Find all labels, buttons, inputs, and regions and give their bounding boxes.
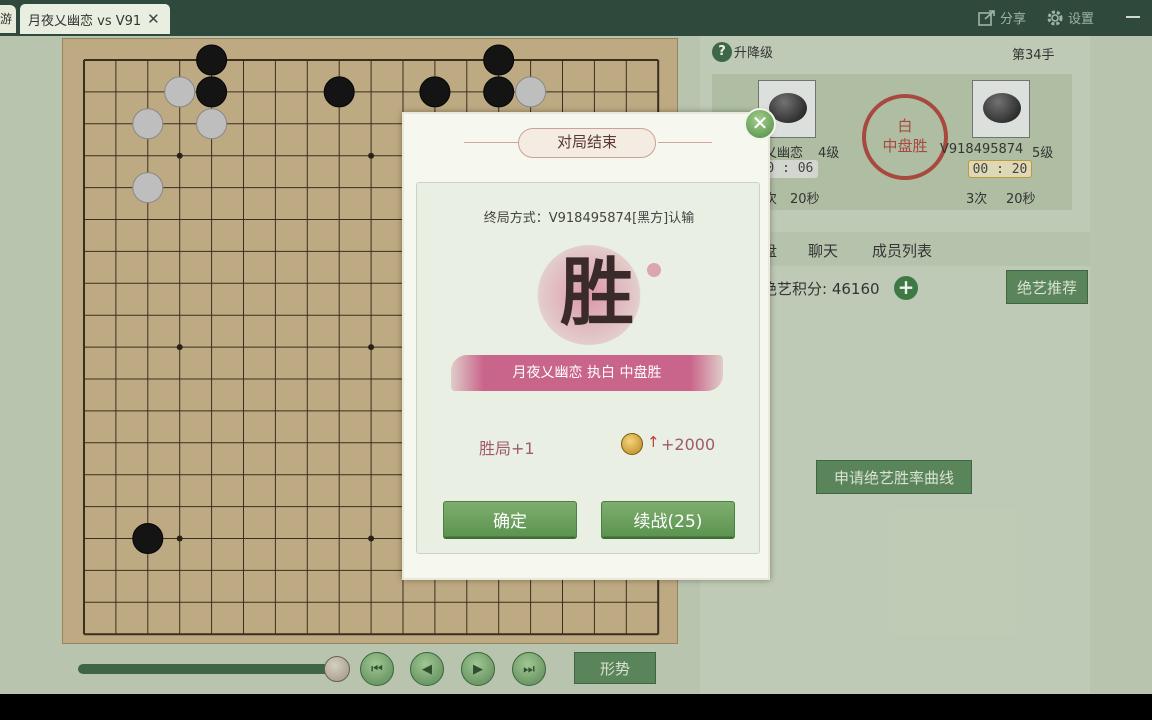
title-bar: 游 月夜乂幽恋 vs V91 ✕ 分享 设置 — [0, 0, 1152, 36]
result-card: 终局方式：V918495874[黑方]认输 胜 月夜乂幽恋 执白 中盘胜 胜局+… — [416, 182, 760, 554]
next-move-button[interactable]: ▶ — [461, 652, 495, 686]
first-move-icon: ⏮ — [371, 661, 383, 677]
black-player-name: V918495874 — [940, 142, 1024, 157]
winrate-curve-button[interactable]: 申请绝艺胜率曲线 — [816, 460, 972, 494]
coin-gain: +2000 — [661, 435, 716, 454]
black-stone — [323, 76, 355, 108]
header-divider-left — [464, 142, 518, 143]
share-button[interactable]: 分享 — [978, 8, 1026, 27]
win-character: 胜 — [560, 250, 634, 336]
tab-close-icon[interactable]: ✕ — [147, 10, 160, 28]
game-over-dialog: 对局结束 ✕ 终局方式：V918495874[黑方]认输 胜 月夜乂幽恋 执白 … — [402, 108, 776, 580]
white-stone — [132, 108, 164, 140]
black-stone — [483, 44, 515, 76]
move-count: 第34手 — [1012, 48, 1055, 63]
tab-previous[interactable]: 游 — [0, 5, 16, 33]
seal-color: 白 — [897, 117, 913, 135]
add-score-button[interactable]: + — [894, 276, 918, 300]
star-point — [176, 152, 183, 159]
close-icon[interactable]: ✕ — [744, 108, 776, 140]
black-stone — [196, 44, 228, 76]
dialog-title: 对局结束 — [518, 128, 656, 158]
ink-dot — [647, 263, 661, 277]
header-divider-right — [658, 142, 712, 143]
confirm-button[interactable]: 确定 — [443, 501, 577, 537]
tab-chat[interactable]: 聊天 — [808, 240, 838, 261]
up-arrow-icon: ↑ — [647, 433, 660, 451]
previous-move-button[interactable]: ◀ — [410, 652, 444, 686]
coin-icon — [621, 433, 643, 455]
help-icon[interactable]: ? — [712, 42, 732, 62]
black-player-clock: 00 : 20 — [968, 160, 1032, 178]
black-player-rank: 5级 — [1032, 146, 1054, 161]
star-point — [176, 535, 183, 542]
screen-bottom-bar — [0, 694, 1152, 720]
tab-title: 月夜乂幽恋 vs V91 — [28, 13, 142, 29]
white-byo-time: 20秒 — [790, 192, 820, 207]
settings-label: 设置 — [1068, 12, 1095, 27]
result-ribbon: 月夜乂幽恋 执白 中盘胜 — [451, 355, 723, 391]
ai-recommend-button[interactable]: 绝艺推荐 — [1006, 270, 1088, 304]
share-label: 分享 — [1000, 12, 1027, 27]
win-count: 胜局+1 — [479, 439, 535, 458]
next-move-icon: ▶ — [473, 661, 483, 677]
black-byo-count: 3次 — [966, 192, 988, 207]
white-player-rank: 4级 — [818, 146, 840, 161]
star-point — [368, 152, 375, 159]
move-slider-track[interactable] — [78, 664, 342, 674]
white-stone — [515, 76, 547, 108]
black-player-avatar — [972, 80, 1030, 138]
star-point — [176, 344, 183, 351]
black-stone — [132, 523, 164, 554]
end-method: 终局方式：V918495874[黑方]认输 — [483, 211, 695, 226]
star-point — [368, 535, 375, 542]
rematch-button[interactable]: 续战(25) — [601, 501, 735, 537]
star-point — [368, 344, 375, 351]
level-label: 升降级 — [734, 46, 774, 61]
ai-score: 绝艺积分: 46160 — [762, 280, 880, 298]
black-stone — [483, 76, 515, 108]
result-seal: 白 中盘胜 — [862, 94, 948, 180]
black-byo-time: 20秒 — [1006, 192, 1036, 207]
stone-bowl-icon — [983, 93, 1021, 123]
share-icon — [978, 9, 995, 26]
white-stone — [164, 76, 196, 108]
previous-move-icon: ◀ — [422, 661, 432, 677]
last-move-icon: ⏭ — [523, 661, 535, 677]
win-emblem: 胜 — [529, 239, 661, 349]
last-move-button[interactable]: ⏭ — [512, 652, 546, 686]
gear-icon — [1047, 10, 1063, 25]
black-stone — [419, 76, 451, 108]
situation-button[interactable]: 形势 — [574, 652, 656, 684]
white-stone — [132, 172, 164, 204]
tab-current-game[interactable]: 月夜乂幽恋 vs V91 ✕ — [20, 4, 170, 34]
move-slider-knob[interactable] — [323, 656, 350, 682]
first-move-button[interactable]: ⏮ — [360, 652, 394, 686]
tab-previous-label: 游 — [0, 12, 13, 26]
settings-button[interactable]: 设置 — [1046, 8, 1094, 27]
white-stone — [196, 108, 228, 140]
tab-members[interactable]: 成员列表 — [872, 240, 932, 261]
black-stone — [196, 76, 228, 108]
minimize-button[interactable] — [1126, 16, 1140, 18]
seal-result: 中盘胜 — [882, 137, 928, 155]
